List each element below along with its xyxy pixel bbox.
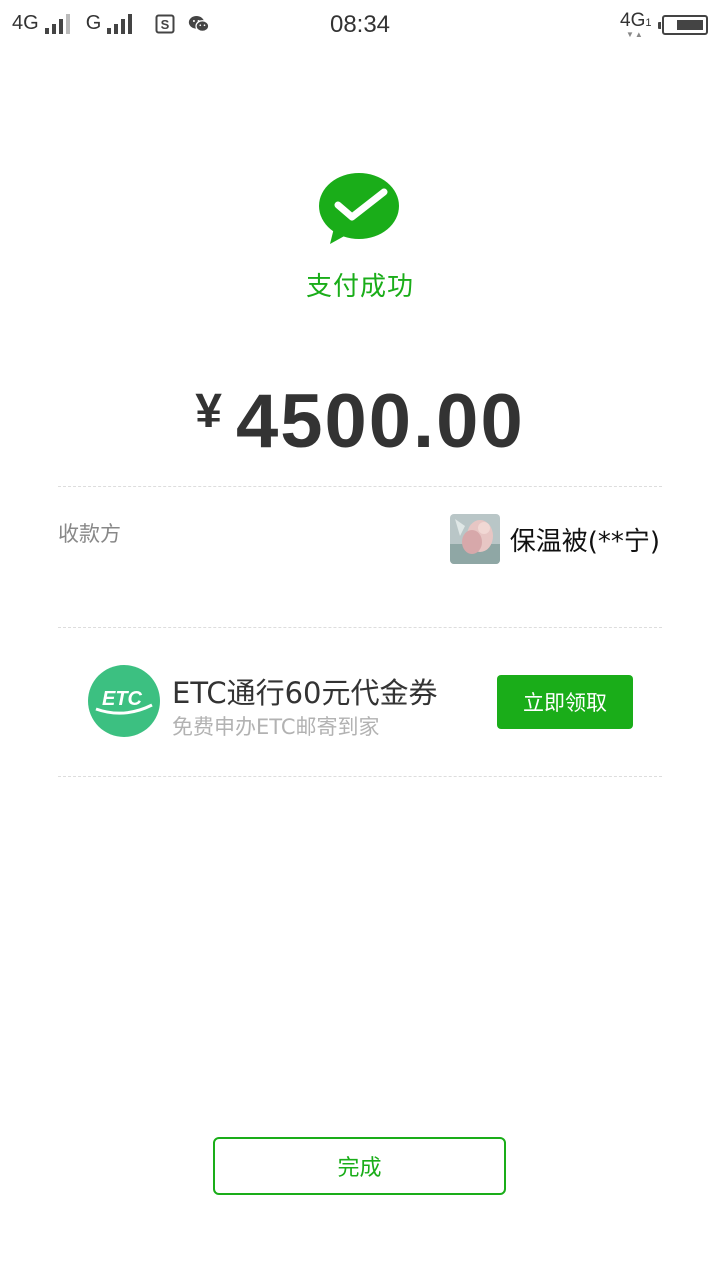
divider [58, 486, 662, 487]
data-network-label: 4G [620, 10, 646, 31]
payee-avatar [449, 514, 500, 564]
etc-logo-text: ETC [102, 688, 143, 710]
claim-coupon-button[interactable]: 立即领取 [497, 675, 633, 729]
done-button[interactable]: 完成 [213, 1137, 506, 1195]
payment-amount: ¥4500.00 [0, 378, 720, 465]
promo-subtitle: 免费申办ETC邮寄到家 [172, 715, 380, 739]
payee-label: 收款方 [58, 522, 121, 546]
amount-value: 4500.00 [235, 379, 525, 464]
divider [58, 776, 662, 777]
promo-title: ETC通行60元代金券 [172, 676, 438, 710]
status-right-group: 4G1 ▼▲ [620, 10, 708, 40]
etc-logo-icon: ETC [88, 665, 160, 737]
data-network-icon: 4G1 ▼▲ [620, 10, 652, 39]
status-time: 08:34 [329, 11, 391, 38]
payee-name: 保温被(**宁) [509, 526, 660, 557]
payee-info: 保温被(**宁) [449, 514, 660, 564]
data-network-sub: 1 [645, 17, 652, 29]
divider [58, 627, 662, 628]
payment-status-text: 支付成功 [305, 272, 414, 302]
battery-icon [658, 15, 708, 35]
payment-success-screen: 4G G S 08:34 4G1 ▼▲ 支付成功 ¥ 4500.00 收款方 保… [0, 0, 720, 1280]
currency-symbol: ¥ [195, 385, 222, 438]
success-check-icon [318, 172, 402, 246]
status-bar: 4G G S 08:34 4G1 ▼▲ [0, 0, 720, 50]
